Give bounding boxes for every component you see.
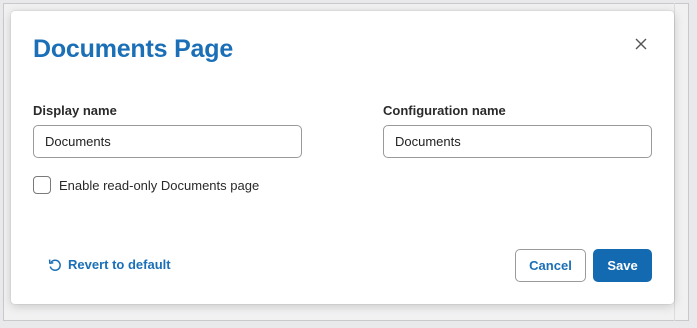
revert-label: Revert to default xyxy=(68,257,171,272)
read-only-checkbox[interactable] xyxy=(33,176,51,194)
read-only-option: Enable read-only Documents page xyxy=(33,176,259,194)
documents-page-dialog: Documents Page Display name Configuratio… xyxy=(11,11,674,304)
revert-to-default-button[interactable]: Revert to default xyxy=(48,257,171,272)
read-only-checkbox-label[interactable]: Enable read-only Documents page xyxy=(59,178,259,193)
background-divider xyxy=(674,3,675,321)
display-name-input[interactable] xyxy=(33,125,302,158)
close-icon xyxy=(635,38,647,50)
display-name-label: Display name xyxy=(33,103,117,118)
cancel-button[interactable]: Cancel xyxy=(515,249,586,282)
configuration-name-label: Configuration name xyxy=(383,103,506,118)
save-button[interactable]: Save xyxy=(593,249,652,282)
configuration-name-input[interactable] xyxy=(383,125,652,158)
dialog-title: Documents Page xyxy=(33,35,234,63)
revert-icon xyxy=(48,259,61,271)
close-button[interactable] xyxy=(631,34,651,54)
